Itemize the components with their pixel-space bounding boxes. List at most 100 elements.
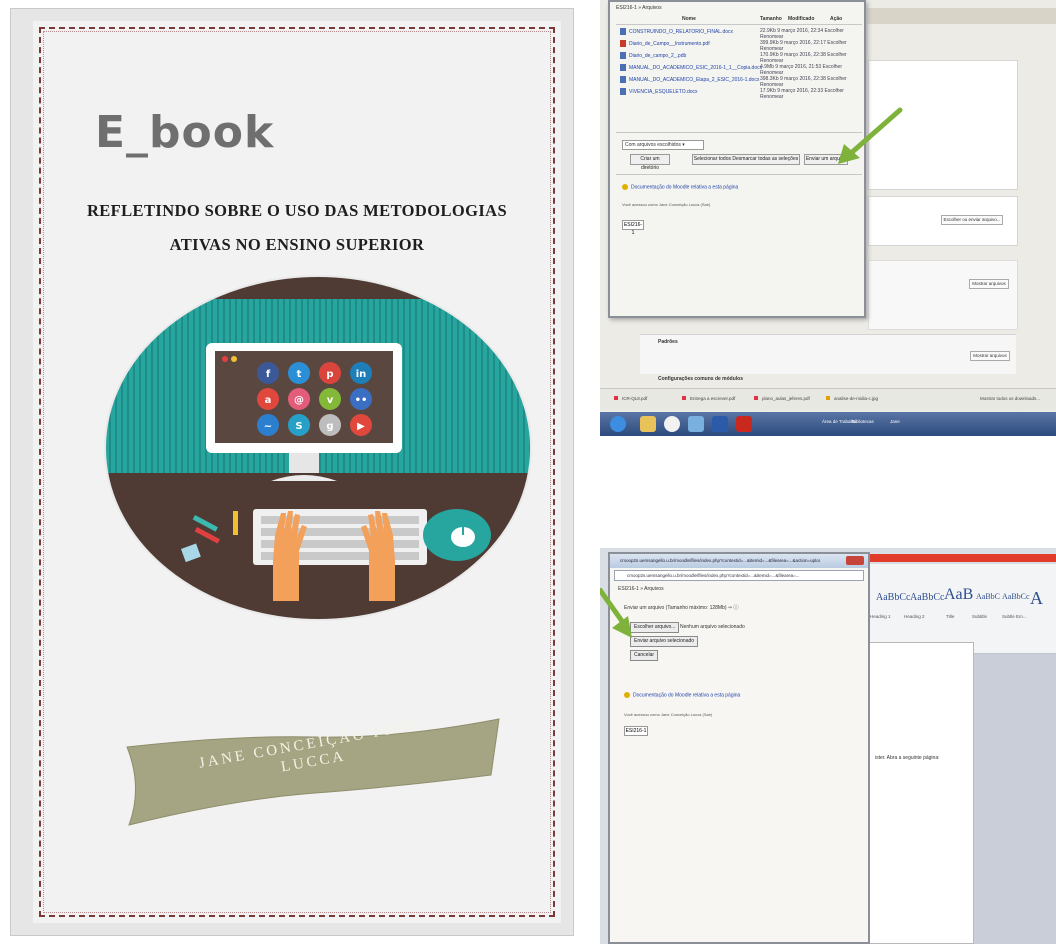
course-link[interactable]: ESI216-1 [624,726,648,736]
file-icon [682,396,686,400]
file-manager-dialog: ESI216-1 » Arquivos Nome Tamanho Modific… [608,0,866,318]
patterns-label: Padrões [658,339,678,345]
collage: E_book REFLETINDO SOBRE O USO DAS METODO… [0,0,1056,944]
file-icon [614,396,618,400]
upload-dialog: cmoop2s.uemsangello.u.br/moodle/files/in… [608,552,870,944]
word-titlebar [862,554,1056,562]
show-files-button[interactable]: Mostrar arquivos [969,279,1009,289]
pdf-icon [620,40,626,47]
file-meta: 398.3Kb 9 março 2016, 22:38 Escolher Ren… [760,76,847,88]
download-item[interactable]: Entrega a escrever.pdf [682,396,735,401]
background-panel: Mostrar arquivos Configuração [809,260,1018,330]
author-ribbon: JANE CONCEIÇÃO FERR LUCCA [115,717,505,826]
login-info: Você acessou como Jane Conceição Lucca (… [624,712,713,717]
moodle-doc-link[interactable]: Documentação do Moodle relativa a esta p… [624,692,740,698]
svg-text:@: @ [294,395,304,406]
send-selected-file-button[interactable]: Enviar arquivo selecionado [630,636,699,647]
file-icon [754,396,758,400]
show-all-downloads-link[interactable]: Mostrar todos os downloads... [980,396,1040,401]
no-file-text: Nenhum arquivo selecionado [680,624,745,630]
file-meta: 399.9Kb 9 março 2016, 22:17 Escolher Ren… [760,40,847,52]
file-icon [620,28,626,35]
pdf-reader-icon[interactable] [736,416,752,432]
dialog-title: cmoop2s.uemsangello.u.br/moodle/files/in… [620,558,820,563]
moodle-doc-link[interactable]: Documentação do Moodle relativa a esta p… [622,184,738,190]
help-icon [622,184,628,190]
start-button-icon[interactable] [610,416,626,432]
with-selected-select[interactable]: Com arquivos escolhidos ▾ [622,140,704,150]
style-subtle[interactable]: AaBbCc [1002,592,1030,601]
file-meta: 4.9Mb 9 março 2016, 21:53 Escolher Renom… [760,64,842,76]
word-ribbon: AaBbCc AaBbCc AaB AaBbC AaBbCc Heading 1… [862,564,1056,654]
column-header-action: Ação [830,16,843,22]
ebook-cover-frame: E_book REFLETINDO SOBRE O USO DAS METODO… [10,8,574,936]
download-item[interactable]: analise-de-midia-c.jpg [826,396,878,401]
downloads-bar: ICR-QL8.pdf Entrega a escrever.pdf plano… [600,388,1056,410]
file-row[interactable]: MANUAL_DO_ACADEMICO_Etapa_2_ESIC_2016-1.… [620,76,864,88]
file-row[interactable]: Diario_de_campo_2_.pdb 170.9Kb 9 março 20… [620,52,864,64]
file-name[interactable]: Diario_de_Campo__Instrumento.pdf [629,41,710,47]
word-page: ister. Abra a seguinte página: [868,642,974,944]
course-link[interactable]: ESI216-1 [622,220,644,236]
upload-label: Enviar um arquivo (Tamanho máximo: 128Mb… [624,605,739,611]
cover-subtitle-line1: REFLETINDO SOBRE O USO DAS METODOLOGIAS [86,201,508,220]
chrome-icon[interactable] [664,416,680,432]
choose-file-button[interactable]: Escolher ou enviar arquivo... [941,215,1003,225]
close-icon[interactable] [846,556,864,565]
file-row[interactable]: VIVENCIA_ESQUELETO.docx 17.9Kb 9 março 20… [620,88,864,100]
create-folder-button[interactable]: Criar um diretório [630,154,670,171]
file-name[interactable]: MANUAL_DO_ACADEMICO_ESIC_2016-1_1__Copia… [629,65,762,71]
download-item[interactable]: plano_aulas_jeferes.pdf [754,396,810,401]
moodle-files-screenshot: Escolher ou enviar arquivo... Mostrar ar… [600,0,1056,436]
file-meta: 22.9Kb 9 março 2016, 22:34 Escolher Reno… [760,28,844,40]
file-row[interactable]: MANUAL_DO_ACADEMICO_ESIC_2016-1_1__Copia… [620,64,864,76]
module-settings-label: Configurações comuns de módulos [658,376,744,382]
column-header-name: Nome [682,16,696,22]
file-row[interactable]: CONSTRUINDO_O_RELATORIO_FINAL.docx 22.9Kb… [620,28,864,40]
upload-dialog-screenshot: AaBbCc AaBbCc AaB AaBbC AaBbCc Heading 1… [600,548,1056,944]
folder-icon[interactable] [640,416,656,432]
svg-text:~: ~ [264,421,272,432]
file-name[interactable]: MANUAL_DO_ACADEMICO_Etapa_2_ESIC_2016-1.… [629,77,759,83]
taskbar-item[interactable]: Bibliotecas [852,419,874,424]
style-normal[interactable]: AaBbCc [876,592,910,603]
green-arrow-icon [838,107,903,164]
page-text: ister. Abra a seguinte página: [875,755,940,761]
background-panel: Padrões Mostrar arquivos [640,334,1016,374]
image-icon [826,396,830,400]
cancel-button[interactable]: Cancelar [630,650,659,661]
svg-text:t: t [297,369,302,380]
show-files-button-2[interactable]: Mostrar arquivos [970,351,1010,361]
dialog-breadcrumb: ESI216-1 » Arquivos [616,5,662,11]
windows-taskbar: Área de Trabalho Bibliotecas Jane [600,412,1056,436]
taskbar-item[interactable]: Jane [890,419,900,424]
svg-text:g: g [326,421,333,432]
select-all-button[interactable]: Selecionar todos Desmarcar todas as sele… [692,154,800,165]
style-subtitle[interactable]: AaBbC [976,592,1000,601]
style-title[interactable]: AaB [944,586,973,604]
cover-title: E_book [95,107,275,158]
svg-text:S: S [295,421,302,432]
ebook-cover: E_book REFLETINDO SOBRE O USO DAS METODO… [33,21,561,923]
app-icon[interactable] [688,416,704,432]
style-heading1[interactable]: AaBbCc [910,592,944,603]
file-name[interactable]: CONSTRUINDO_O_RELATORIO_FINAL.docx [629,29,733,35]
file-icon [620,64,626,71]
file-name[interactable]: Diario_de_campo_2_.pdb [629,53,686,59]
svg-text:f: f [266,369,271,380]
column-header-size: Tamanho [760,16,782,22]
choose-file-button[interactable]: Escolher arquivo... [630,622,680,633]
file-row[interactable]: Diario_de_Campo__Instrumento.pdf 399.9Kb … [620,40,864,52]
desk-computer-illustration: f t p in a @ v •• ~ S g ▶ [103,273,533,623]
dialog-titlebar: cmoop2s.uemsangello.u.br/moodle/files/in… [610,554,868,568]
file-name[interactable]: VIVENCIA_ESQUELETO.docx [629,89,698,95]
background-panel: Escolher ou enviar arquivo... [868,196,1018,246]
download-item[interactable]: ICR-QL8.pdf [614,396,647,401]
change-styles-icon[interactable]: A [1030,588,1043,609]
column-header-modified: Modificado [788,16,815,22]
address-bar[interactable]: cmoop2s.uemsangello.u.br/moodle/files/in… [614,570,864,581]
cover-subtitle-line2: ATIVAS NO ENSINO SUPERIOR [169,235,425,254]
file-meta: 170.9Kb 9 março 2016, 22:38 Escolher Ren… [760,52,847,64]
word-icon[interactable] [712,416,728,432]
login-info: Você acessou como Jane Conceição Lucca (… [622,202,711,207]
